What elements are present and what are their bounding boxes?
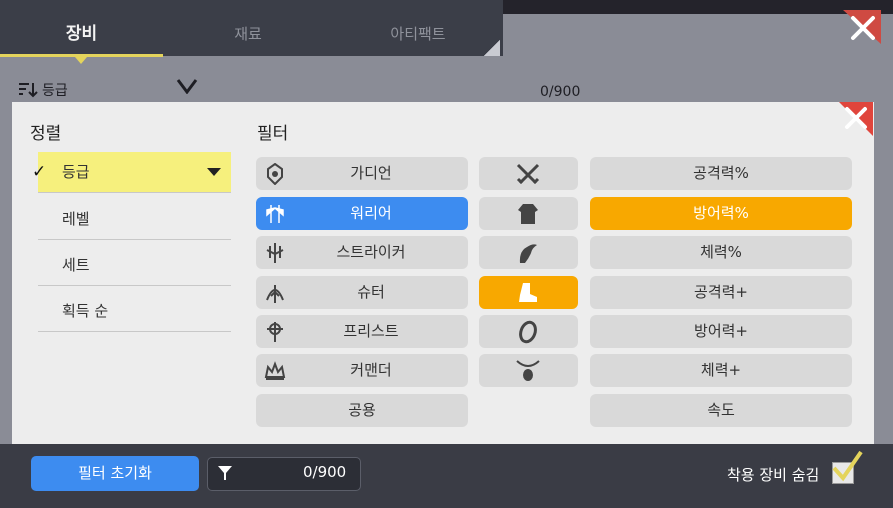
filter-stat-health-flat[interactable]: 체력+ <box>590 354 852 387</box>
hide-equipped-label: 착용 장비 숨김 <box>727 466 820 484</box>
tab-equipment[interactable]: 장비 <box>0 14 163 54</box>
filter-slot-necklace[interactable] <box>479 354 578 387</box>
filter-class-guardian[interactable]: 가디언 <box>256 157 468 190</box>
filter-stat-defense-percent[interactable]: 방어력% <box>590 197 852 230</box>
armor-icon <box>518 204 538 224</box>
weapon-icon <box>516 163 540 185</box>
filter-stat-defense-flat[interactable]: 방어력+ <box>590 315 852 348</box>
filter-stat-health-percent[interactable]: 체력% <box>590 236 852 269</box>
dialog-close-button[interactable] <box>833 102 873 136</box>
sort-option-set[interactable]: 세트 <box>38 245 231 286</box>
reset-filter-button[interactable]: 필터 초기화 <box>31 456 199 491</box>
background-inventory-count: 0/900 <box>540 84 581 100</box>
window-close-button[interactable] <box>835 10 881 44</box>
tab-bar-corner-decoration <box>484 40 500 56</box>
filtered-count: 0/900 <box>303 463 347 481</box>
sort-option-label: 획득 순 <box>62 302 109 320</box>
filter-class-shooter[interactable]: 슈터 <box>256 276 468 309</box>
sort-order-icon[interactable] <box>18 82 40 102</box>
filter-slot-weapon[interactable] <box>479 157 578 190</box>
filter-class-common[interactable]: 공용 <box>256 394 468 427</box>
filter-class-commander[interactable]: 커맨더 <box>256 354 468 387</box>
filter-slot-boots[interactable] <box>479 276 578 309</box>
filter-slot-ring[interactable] <box>479 315 578 348</box>
sort-option-label: 레벨 <box>62 210 90 228</box>
necklace-icon <box>516 360 540 381</box>
active-tab-pointer <box>75 57 87 64</box>
filter-slot-gloves[interactable] <box>479 236 578 269</box>
gloves-icon <box>519 244 537 263</box>
filter-class-priest[interactable]: 프리스트 <box>256 315 468 348</box>
filter-slot-armor[interactable] <box>479 197 578 230</box>
ring-icon <box>519 320 537 344</box>
tab-artifacts[interactable]: 아티팩트 <box>333 14 503 54</box>
sort-option-level[interactable]: 레벨 <box>38 199 231 240</box>
close-icon <box>839 102 873 136</box>
background-sort-label[interactable]: 등급 <box>42 80 68 100</box>
chevron-down-icon[interactable] <box>176 78 198 99</box>
filter-class-warrior[interactable]: 워리어 <box>256 197 468 230</box>
boots-icon <box>519 283 537 302</box>
sort-option-label: 세트 <box>62 256 90 274</box>
sort-option-grade[interactable]: ✓ 등급 <box>32 152 231 193</box>
filter-section-title: 필터 <box>257 124 289 144</box>
sort-option-acquired[interactable]: 획득 순 <box>38 291 231 332</box>
filter-class-striker[interactable]: 스트라이커 <box>256 236 468 269</box>
sort-section-title: 정렬 <box>30 124 62 144</box>
tab-materials[interactable]: 재료 <box>163 14 333 54</box>
sort-option-label: 등급 <box>62 163 90 181</box>
dropdown-arrow-icon <box>207 168 221 176</box>
close-icon <box>843 10 881 44</box>
checkmark-icon: ✓ <box>32 162 47 182</box>
filter-stat-attack-flat[interactable]: 공격력+ <box>590 276 852 309</box>
filter-stat-speed[interactable]: 속도 <box>590 394 852 427</box>
filter-stat-attack-percent[interactable]: 공격력% <box>590 157 852 190</box>
checkmark-icon <box>828 450 864 488</box>
filter-funnel-icon <box>217 465 233 485</box>
